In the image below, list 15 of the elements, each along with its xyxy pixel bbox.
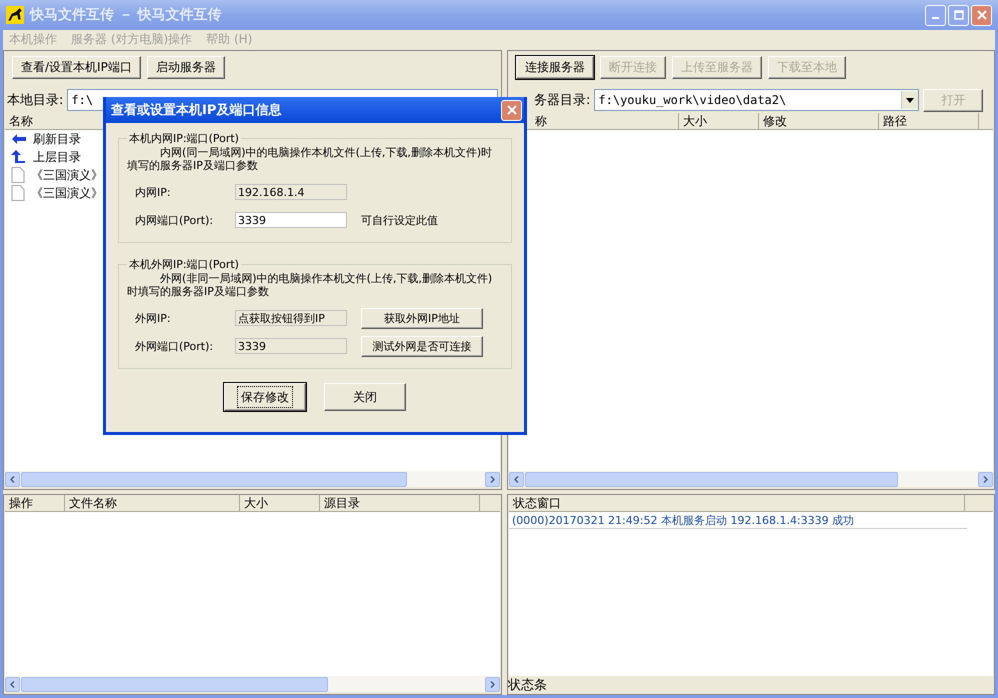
description: 外网(非同一局域网)中的电脑操作本机文件(上传,下载,删除本机文件)时填写的服务器IP及端口参数 [127, 272, 494, 298]
group-title: 本机内网IP:端口(Port) [128, 131, 240, 146]
dialog-title: 查看或设置本机IP及端口信息 [111, 102, 282, 119]
directory-label: 务器目录: [534, 92, 590, 109]
window-title: 快马文件互传 － 快马文件互传 [30, 6, 223, 24]
log-entry: (0000)20170321 21:49:52 本机服务启动 192.168.1.4:3339 成功 [511, 512, 854, 528]
field-label: 内网端口(Port): [135, 212, 214, 228]
status-text: 状态条 [508, 677, 547, 694]
field-label: 内网IP: [135, 184, 172, 200]
field-label: 外网IP: [135, 310, 172, 326]
group-title: 本机外网IP:端口(Port) [128, 257, 240, 272]
description: 内网(同一局域网)中的电脑操作本机文件(上传,下载,删除本机文件)时填写的服务器IP及端口参数 [127, 146, 494, 172]
hint-text: 可自行设定此值 [361, 212, 438, 228]
field-label: 外网端口(Port): [135, 338, 214, 354]
directory-label: 本地目录: [7, 92, 64, 109]
